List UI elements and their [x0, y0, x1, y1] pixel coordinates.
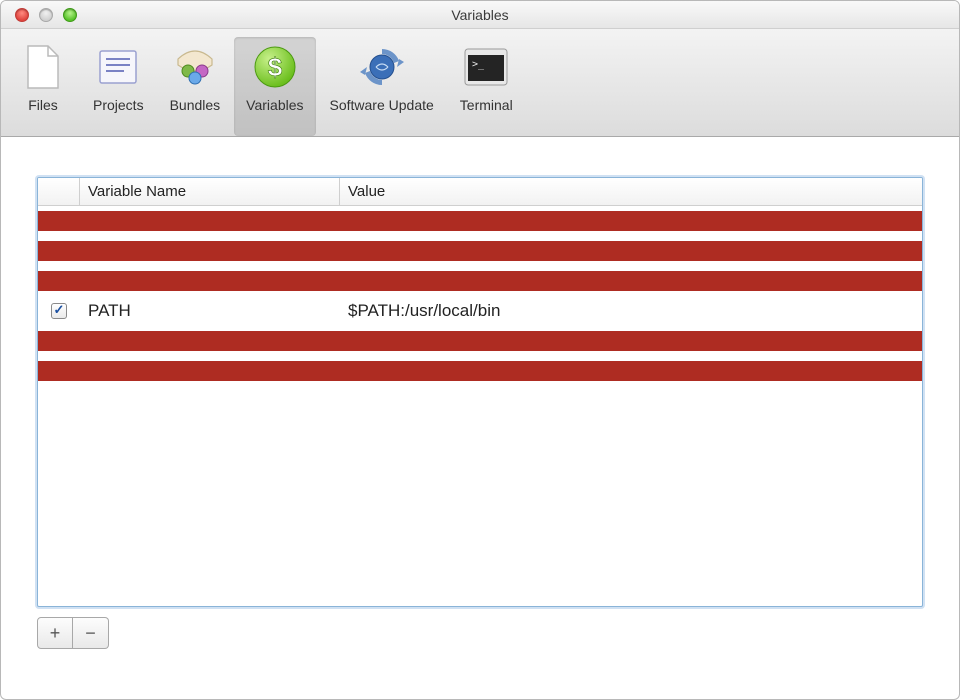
- toolbar-item-label: Projects: [93, 97, 144, 113]
- add-button[interactable]: +: [37, 617, 73, 649]
- row-checkbox[interactable]: [51, 303, 67, 319]
- table-row[interactable]: [38, 236, 922, 266]
- table-row[interactable]: [38, 326, 922, 356]
- table-header: Variable Name Value: [38, 178, 922, 206]
- redaction-bar: [37, 331, 923, 351]
- remove-button[interactable]: −: [73, 617, 109, 649]
- toolbar-item-label: Bundles: [170, 97, 221, 113]
- column-value[interactable]: Value: [340, 178, 922, 205]
- cell-value[interactable]: $PATH:/usr/local/bin: [340, 301, 922, 321]
- zoom-icon[interactable]: [63, 8, 77, 22]
- variables-table[interactable]: Variable Name Value: [37, 177, 923, 607]
- software-update-tab[interactable]: Software Update: [318, 37, 446, 136]
- bundles-icon: [171, 43, 219, 91]
- row-checkbox[interactable]: [51, 333, 67, 349]
- minus-icon: −: [85, 623, 96, 644]
- toolbar-item-label: Terminal: [460, 97, 513, 113]
- redaction-bar: [37, 361, 923, 381]
- titlebar: Variables: [1, 1, 959, 29]
- column-variable-name[interactable]: Variable Name: [80, 178, 340, 205]
- dollar-icon: $: [251, 43, 299, 91]
- terminal-icon: >_: [462, 43, 510, 91]
- project-icon: [94, 43, 142, 91]
- table-row[interactable]: [38, 206, 922, 236]
- plus-icon: +: [50, 623, 61, 644]
- toolbar-item-label: Files: [28, 97, 58, 113]
- table-row[interactable]: [38, 266, 922, 296]
- files-tab[interactable]: Files: [7, 37, 79, 136]
- software-update-icon: [358, 43, 406, 91]
- toolbar-item-label: Software Update: [330, 97, 434, 113]
- svg-text:>_: >_: [472, 59, 485, 70]
- table-footer-buttons: + −: [37, 617, 923, 649]
- bundles-tab[interactable]: Bundles: [158, 37, 233, 136]
- table-row[interactable]: PATH $PATH:/usr/local/bin: [38, 296, 922, 326]
- row-checkbox[interactable]: [51, 243, 67, 259]
- table-row[interactable]: [38, 356, 922, 386]
- redaction-bar: [37, 271, 923, 291]
- preferences-toolbar: Files Projects: [1, 29, 959, 137]
- toolbar-item-label: Variables: [246, 97, 303, 113]
- minimize-icon[interactable]: [39, 8, 53, 22]
- table-body: PATH $PATH:/usr/local/bin: [38, 206, 922, 386]
- variables-tab[interactable]: $ Variables: [234, 37, 315, 136]
- window-title: Variables: [1, 7, 959, 23]
- terminal-tab[interactable]: >_ Terminal: [448, 37, 525, 136]
- svg-text:$: $: [268, 52, 283, 82]
- cell-variable-name[interactable]: PATH: [80, 301, 340, 321]
- preferences-window: Variables Files Projects: [0, 0, 960, 700]
- content-area: Variable Name Value: [1, 137, 959, 699]
- redaction-bar: [37, 241, 923, 261]
- redaction-bar: [37, 211, 923, 231]
- row-checkbox[interactable]: [51, 273, 67, 289]
- projects-tab[interactable]: Projects: [81, 37, 156, 136]
- close-icon[interactable]: [15, 8, 29, 22]
- row-checkbox[interactable]: [51, 213, 67, 229]
- column-enabled[interactable]: [38, 178, 80, 205]
- row-checkbox[interactable]: [51, 363, 67, 379]
- document-icon: [19, 43, 67, 91]
- window-controls: [1, 8, 77, 22]
